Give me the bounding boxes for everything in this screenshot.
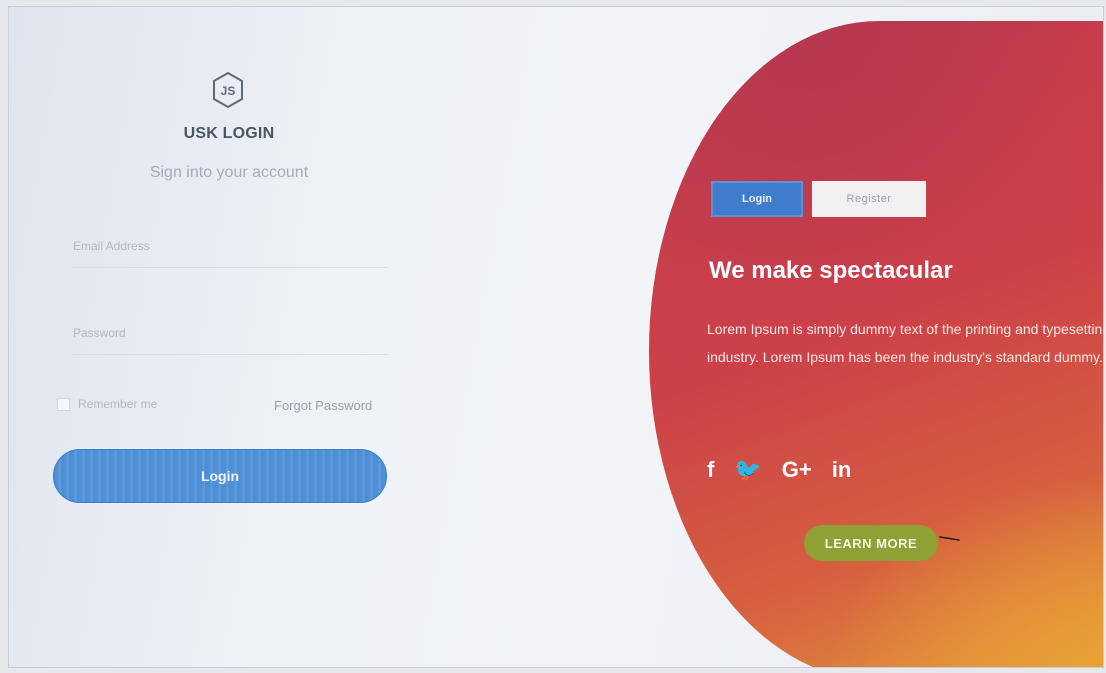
google-plus-icon[interactable]: G+ [782, 457, 812, 483]
linkedin-icon[interactable]: in [832, 457, 852, 483]
remember-me-checkbox[interactable]: Remember me [57, 397, 157, 411]
page: JS USK LOGIN Sign into your account Reme… [8, 6, 1104, 668]
promo-description: Lorem Ipsum is simply dummy text of the … [707, 321, 1104, 365]
tab-login[interactable]: Login [711, 181, 803, 217]
remember-me-label: Remember me [78, 397, 158, 411]
promo-panel: Login Register We make spectacular Lorem… [649, 21, 1104, 667]
tab-register[interactable]: Register [812, 181, 926, 217]
login-button[interactable]: Login [53, 449, 387, 503]
login-subtitle: Sign into your account [149, 164, 309, 181]
password-field[interactable] [71, 312, 388, 355]
email-field[interactable] [71, 225, 388, 268]
nodejs-logo-icon: JS [213, 71, 243, 109]
auth-tabs: Login Register [711, 181, 926, 217]
facebook-icon[interactable]: f [707, 457, 714, 483]
svg-text:JS: JS [221, 84, 236, 98]
brand-title: USK LOGIN [183, 125, 275, 142]
learn-more-button[interactable]: LEARN MORE [804, 525, 938, 561]
pen-mark-decoration [939, 536, 960, 541]
forgot-password-link[interactable]: Forgot Password [274, 398, 372, 413]
checkbox-box[interactable] [57, 397, 70, 411]
twitter-icon[interactable]: 🐦 [734, 457, 761, 483]
social-links: f 🐦 G+ in [707, 457, 851, 483]
promo-heading: We make spectacular [709, 257, 953, 284]
